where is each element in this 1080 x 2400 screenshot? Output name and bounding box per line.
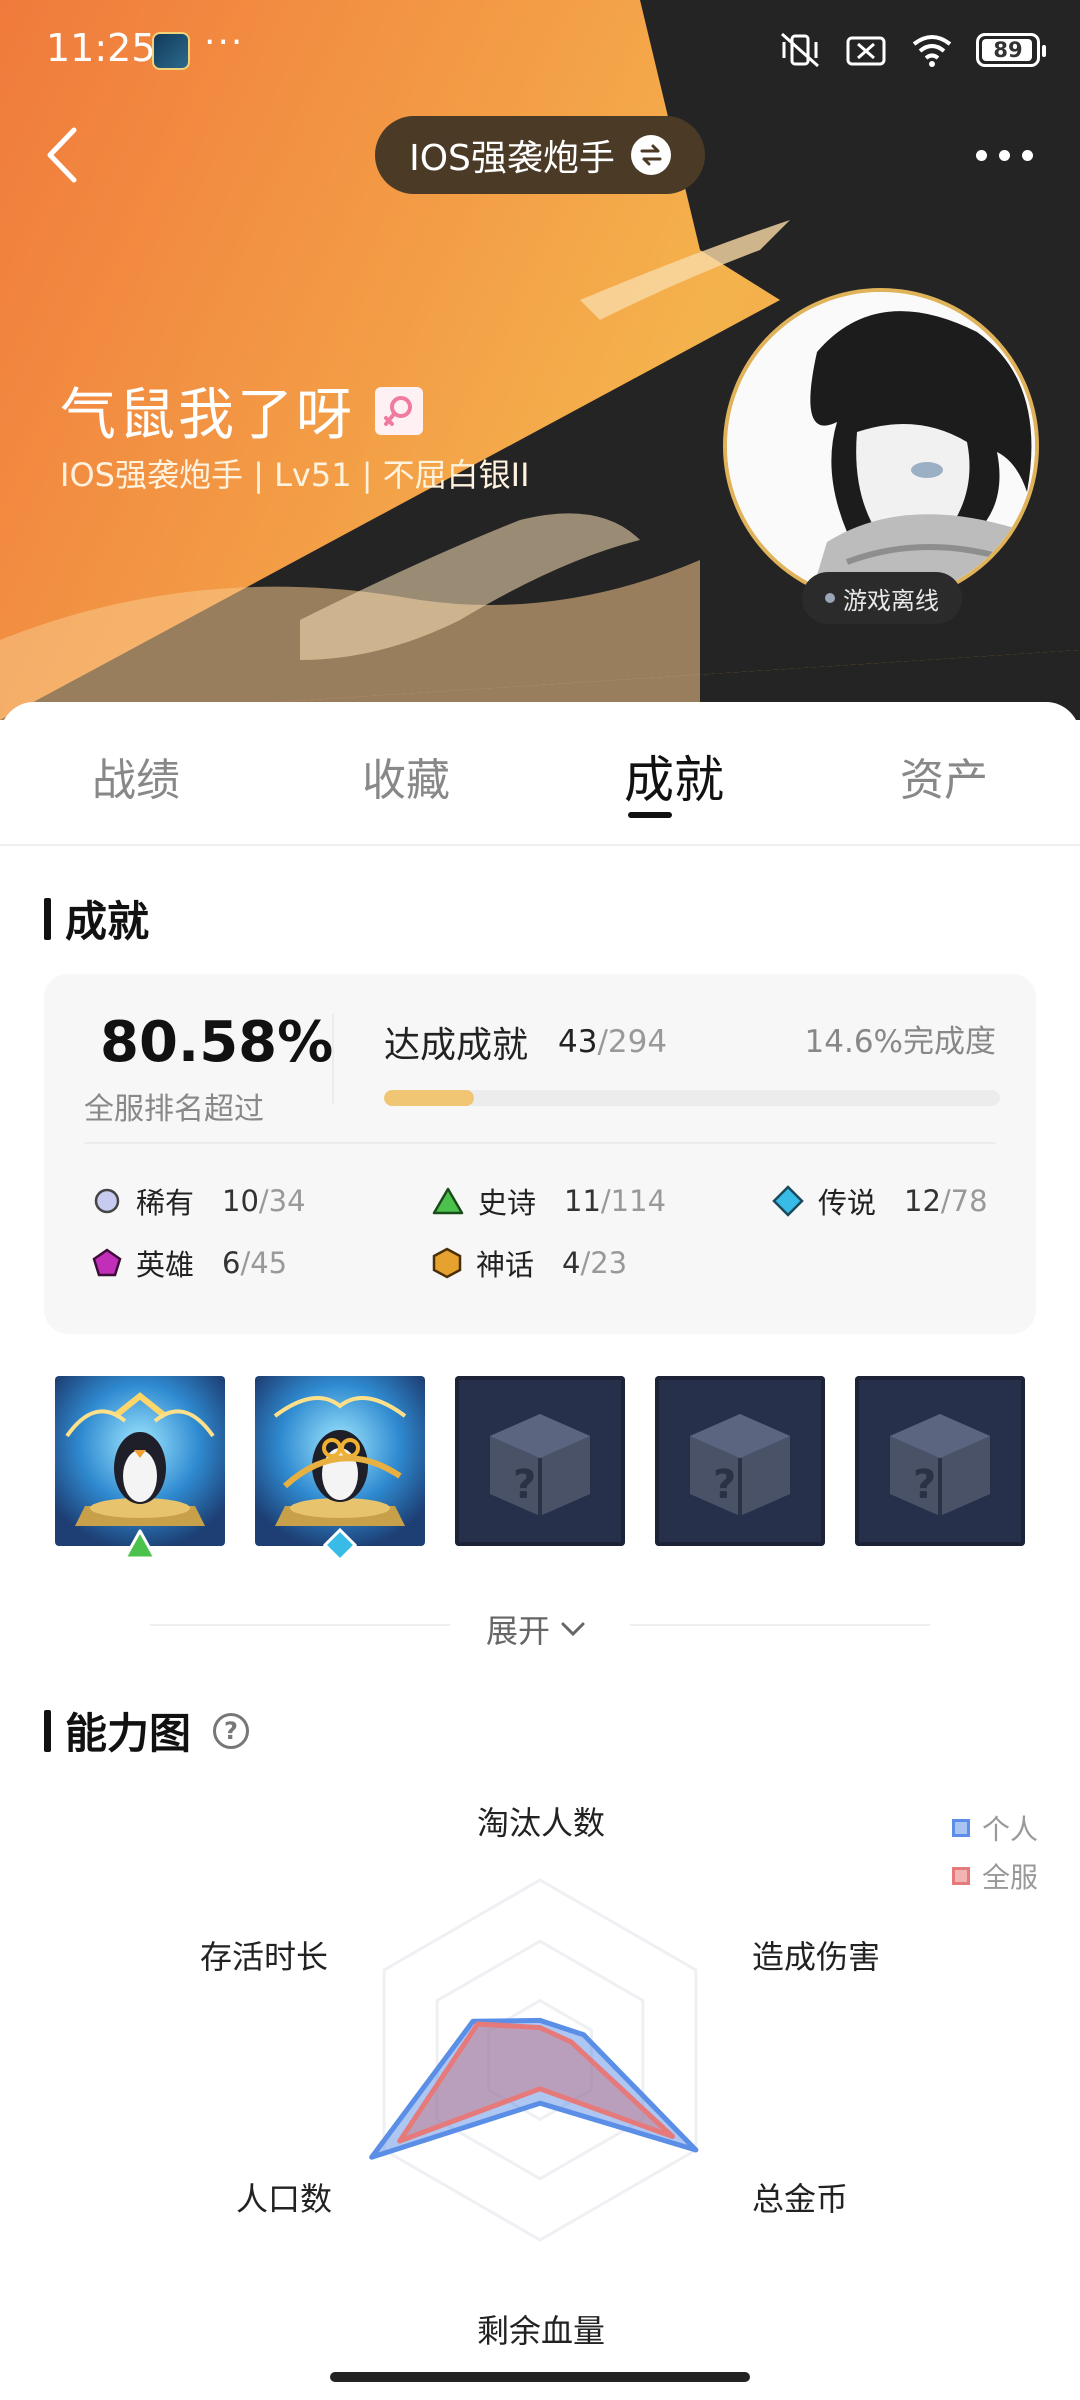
ability-radar-chart (369, 1878, 699, 2242)
myth-hexagon-icon (432, 1247, 462, 1279)
home-indicator[interactable] (330, 2372, 750, 2382)
player-sub-info: IOS强袭炮手 | Lv51 | 不屈白银II (60, 456, 530, 494)
female-icon (375, 386, 423, 435)
help-icon[interactable]: ? (213, 1712, 250, 1749)
svg-text:?: ? (913, 1462, 936, 1508)
status-dot (825, 593, 835, 603)
achievement-progress-bar (384, 1090, 1000, 1106)
achieved-label: 达成成就 (384, 1025, 529, 1066)
status-time: 11:25 (46, 26, 156, 70)
axis-label-eliminations: 淘汰人数 (477, 1804, 606, 1842)
swap-icon (630, 135, 671, 175)
online-status-text: 游戏离线 (843, 586, 939, 615)
battery-icon: 89 (976, 33, 1046, 67)
axis-label-total-gold: 总金币 (752, 2180, 849, 2218)
ability-section-title: 能力图 ? (44, 1700, 250, 1761)
profile-header: 11:25 ··· 89 IOS强袭炮手 气鼠我了呀 IOS强袭炮手 | Lv5… (0, 0, 1080, 720)
expand-button[interactable]: 展开 (486, 1606, 586, 1652)
rarity-hero: 英雄 6/45 (92, 1242, 287, 1284)
achievement-summary-card: 80.58% 全服排名超过 达成成就 43/294 14.6%完成度 稀有 10… (44, 974, 1036, 1334)
tab-achievements[interactable]: 成就 (624, 740, 724, 812)
mystery-box-icon: ? (690, 1414, 790, 1516)
penguin-trophy-image (273, 1396, 407, 1526)
server-switch-button[interactable]: IOS强袭炮手 (375, 116, 705, 194)
ability-heading: 能力图 (65, 1709, 192, 1758)
achieved-count: 43/294 (558, 1024, 668, 1060)
mystery-box-icon: ? (490, 1414, 590, 1516)
achievement-tile-locked-1[interactable]: ? (455, 1376, 625, 1546)
svg-text:?: ? (713, 1462, 736, 1508)
penguin-trophy-image (65, 1392, 215, 1526)
expand-label: 展开 (486, 1612, 551, 1650)
axis-label-remaining-hp: 剩余血量 (477, 2312, 606, 2350)
achievement-tile-locked-3[interactable]: ? (855, 1376, 1025, 1546)
rarity-epic: 史诗 11/114 (432, 1180, 666, 1222)
more-options-button[interactable] (976, 130, 1040, 180)
hero-pentagon-icon (92, 1248, 122, 1277)
axis-label-damage: 造成伤害 (752, 1938, 881, 1976)
server-title: IOS强袭炮手 (409, 138, 615, 179)
player-nickname-row: 气鼠我了呀 (60, 370, 423, 451)
avatar-image (727, 292, 1035, 600)
app-notification-icon (152, 32, 190, 70)
tab-match-record[interactable]: 战绩 (92, 744, 180, 808)
epic-triangle-icon (432, 1187, 464, 1215)
mystery-box-icon: ? (890, 1414, 990, 1516)
epic-triangle-icon (123, 1529, 157, 1560)
expand-row: 展开 (0, 1600, 1080, 1650)
status-bar: 11:25 ··· 89 (0, 0, 1080, 100)
rarity-myth: 神话 4/23 (432, 1242, 627, 1284)
online-status-badge: 游戏离线 (802, 572, 962, 624)
active-tab-indicator (628, 812, 672, 818)
avatar[interactable] (723, 288, 1039, 604)
rarity-rare: 稀有 10/34 (92, 1180, 306, 1222)
vibrate-off-icon (781, 32, 819, 68)
legend-diamond-icon (772, 1185, 804, 1217)
legend-diamond-icon (323, 1528, 357, 1562)
wifi-icon (912, 35, 952, 67)
achievement-tile-penguin-1[interactable] (55, 1376, 225, 1546)
tab-assets[interactable]: 资产 (900, 744, 988, 808)
battery-level: 89 (993, 38, 1023, 62)
rank-label: 全服排名超过 (84, 1092, 264, 1127)
more-notifications-icon: ··· (204, 22, 245, 63)
back-button[interactable] (40, 120, 90, 190)
achievements-section-title: 成就 (44, 888, 149, 949)
tab-collection[interactable]: 收藏 (362, 744, 450, 808)
completion-rate: 14.6%完成度 (804, 1024, 996, 1060)
achievement-tile-penguin-2[interactable] (255, 1376, 425, 1546)
no-sim-icon (846, 36, 886, 66)
svg-text:?: ? (513, 1462, 536, 1508)
profile-tabs: 战绩 收藏 成就 资产 (0, 702, 1080, 846)
rarity-legend: 传说 12/78 (772, 1180, 988, 1222)
achievement-tile-locked-2[interactable]: ? (655, 1376, 825, 1546)
achievements-heading: 成就 (65, 897, 150, 946)
axis-label-population: 人口数 (236, 2180, 333, 2218)
axis-label-survival-time: 存活时长 (200, 1938, 329, 1976)
chevron-down-icon (561, 1622, 585, 1637)
rank-percent: 80.58% (100, 1010, 334, 1075)
player-nickname: 气鼠我了呀 (60, 383, 355, 448)
rare-circle-icon (94, 1188, 120, 1214)
